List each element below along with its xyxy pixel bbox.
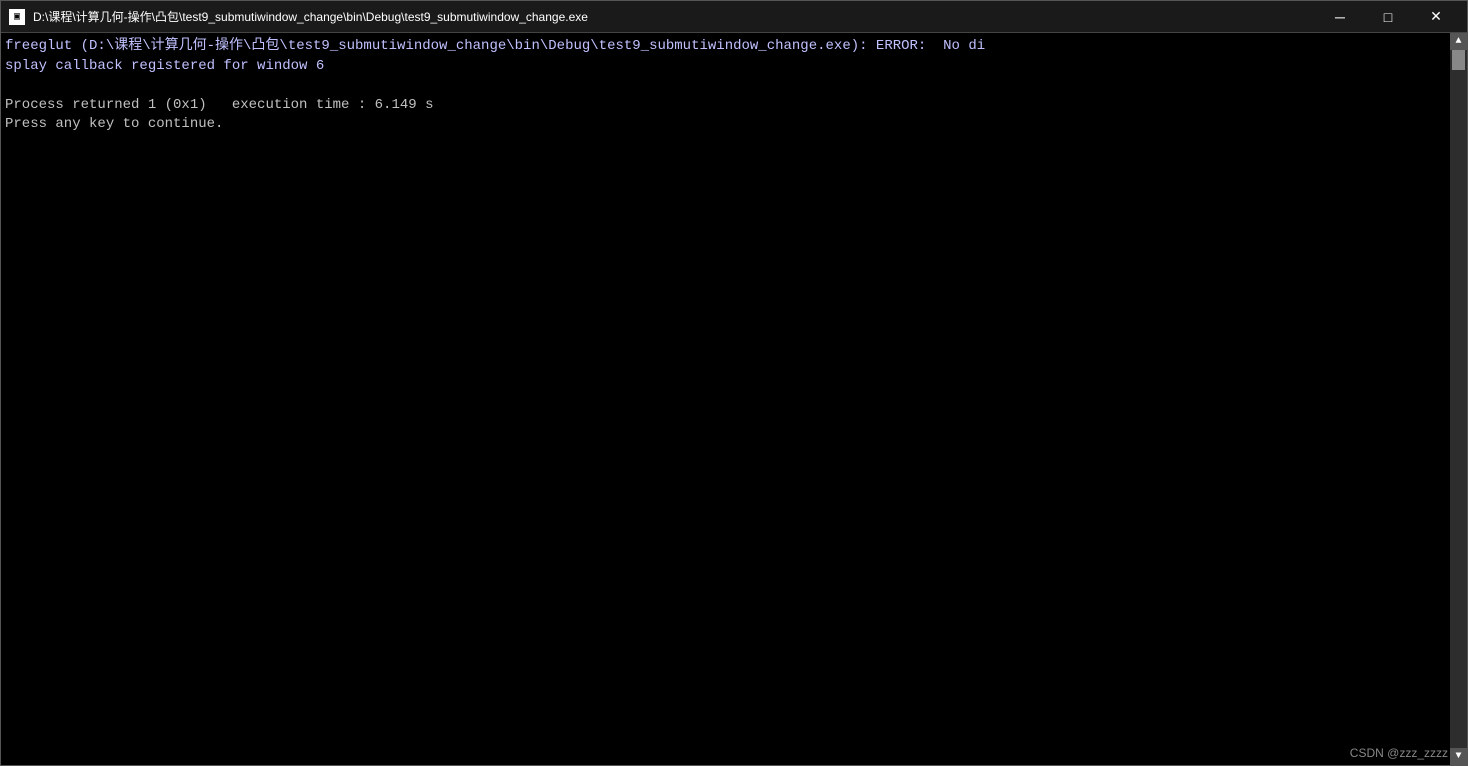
console-line: Process returned 1 (0x1) execution time … bbox=[5, 96, 1446, 116]
scrollbar-up-arrow[interactable]: ▲ bbox=[1450, 33, 1467, 50]
scrollbar[interactable]: ▲ ▼ bbox=[1450, 33, 1467, 765]
console-line: freeglut (D:\课程\计算几何-操作\凸包\test9_submuti… bbox=[5, 37, 1446, 57]
console-window: ▣ D:\课程\计算几何-操作\凸包\test9_submutiwindow_c… bbox=[0, 0, 1468, 766]
title-bar-controls: ─ □ ✕ bbox=[1317, 1, 1459, 33]
title-bar-text: D:\课程\计算几何-操作\凸包\test9_submutiwindow_cha… bbox=[33, 8, 1317, 25]
close-button[interactable]: ✕ bbox=[1413, 1, 1459, 33]
console-line bbox=[5, 76, 1446, 96]
scrollbar-down-arrow[interactable]: ▼ bbox=[1450, 748, 1467, 765]
scrollbar-thumb[interactable] bbox=[1452, 50, 1465, 70]
window-icon: ▣ bbox=[9, 9, 25, 25]
title-bar: ▣ D:\课程\计算几何-操作\凸包\test9_submutiwindow_c… bbox=[1, 1, 1467, 33]
console-line: splay callback registered for window 6 bbox=[5, 57, 1446, 77]
console-line: Press any key to continue. bbox=[5, 115, 1446, 135]
console-area: freeglut (D:\课程\计算几何-操作\凸包\test9_submuti… bbox=[1, 33, 1467, 765]
console-content: freeglut (D:\课程\计算几何-操作\凸包\test9_submuti… bbox=[1, 33, 1450, 765]
maximize-button[interactable]: □ bbox=[1365, 1, 1411, 33]
minimize-button[interactable]: ─ bbox=[1317, 1, 1363, 33]
watermark: CSDN @zzz_zzzz bbox=[1350, 746, 1448, 760]
